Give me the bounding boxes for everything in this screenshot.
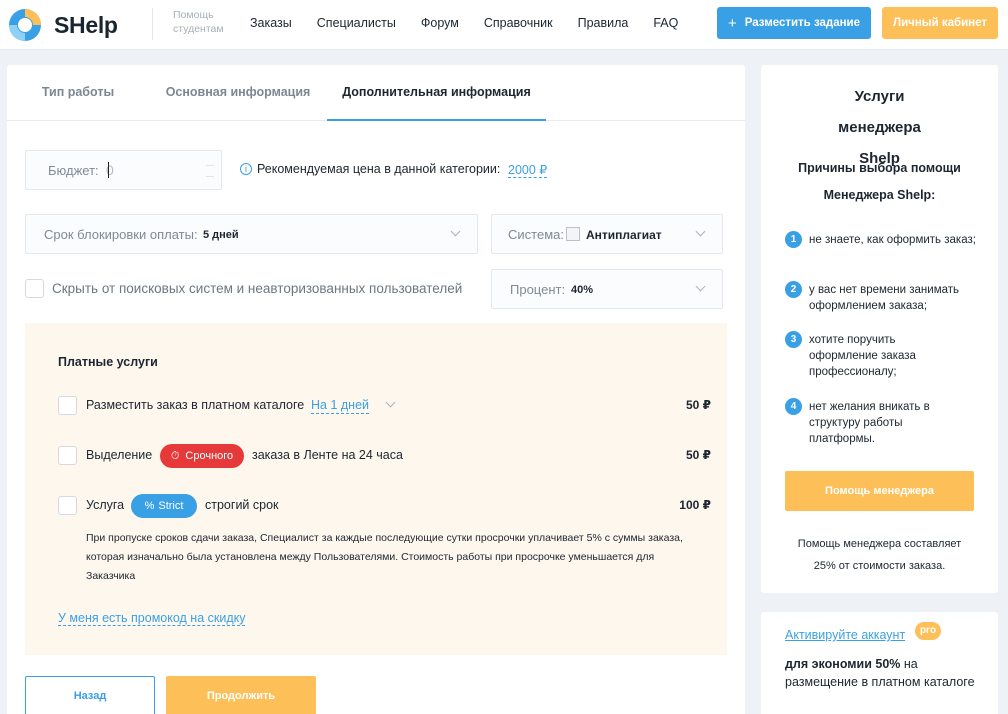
info-icon: i	[240, 163, 252, 175]
manager-footnote: Помощь менеджера составляет 25% от стоим…	[797, 538, 962, 572]
highlight-price: 50 ₽	[685, 448, 711, 462]
activate-account-link[interactable]: Активируйте аккаунт	[785, 628, 905, 642]
percent-select[interactable]: Процент: 40%	[491, 269, 723, 309]
chevron-down-icon	[695, 281, 706, 292]
nav-reference[interactable]: Справочник	[484, 16, 553, 30]
pro-promo-card: Активируйте аккаунт pro для экономии 50%…	[761, 612, 998, 714]
nav-rules[interactable]: Правила	[578, 16, 629, 30]
nav-forum[interactable]: Форум	[421, 16, 459, 30]
strict-suffix: строгий срок	[205, 498, 279, 512]
reason-text: хотите поручить оформление заказа профес…	[809, 334, 916, 378]
reason-number: 4	[785, 398, 802, 415]
chevron-down-icon	[385, 397, 396, 408]
continue-button[interactable]: Продолжить	[166, 676, 316, 714]
strict-badge-label: Strict	[158, 500, 184, 512]
manager-services-card: Услуги менеджера Shelp Причины выбора по…	[761, 65, 998, 593]
reason-text: нет желания вникать в структуру работы п…	[809, 401, 930, 445]
plus-icon: +	[727, 14, 737, 32]
urgent-badge-label: Срочного	[185, 450, 234, 462]
chevron-down-icon	[450, 226, 461, 237]
reason-text: у вас нет времени занимать оформлением з…	[809, 284, 960, 312]
lock-period-value: 5 дней	[203, 229, 239, 241]
system-label: Система:	[508, 227, 564, 242]
top-header: SHelp Помощь студентам Заказы Специалист…	[0, 0, 1008, 50]
catalog-period-dropdown[interactable]: На 1 дней	[311, 398, 370, 414]
manager-help-button[interactable]: Помощь менеджера	[785, 471, 974, 511]
recommended-price-link[interactable]: 2000 ₽	[508, 162, 548, 178]
percent-value: 40%	[571, 284, 594, 296]
hide-checkbox[interactable]	[25, 279, 44, 298]
highlight-checkbox[interactable]	[58, 446, 77, 465]
strict-checkbox[interactable]	[58, 496, 77, 515]
percent-icon: %	[144, 500, 155, 512]
strict-badge: % Strict	[131, 494, 197, 518]
paid-services-title: Платные услуги	[58, 355, 158, 369]
highlight-suffix: заказа в Ленте на 24 часа	[252, 448, 403, 462]
post-task-label: Разместить задание	[744, 17, 861, 29]
promo-bold: для экономии 50%	[785, 657, 901, 671]
hide-label[interactable]: Скрыть от поисковых систем и неавторизов…	[52, 281, 462, 296]
pro-badge: pro	[915, 622, 941, 640]
shelp-logo-icon	[9, 9, 41, 41]
system-select[interactable]: Система: Антиплагиат	[491, 214, 723, 254]
post-task-button[interactable]: + Разместить задание	[717, 7, 871, 39]
tab-work-type[interactable]: Тип работы	[7, 65, 149, 121]
nav-faq[interactable]: FAQ	[653, 16, 678, 30]
highlight-prefix: Выделение	[86, 448, 153, 462]
strict-prefix: Услуга	[86, 498, 125, 512]
logo-text: SHelp	[54, 11, 118, 38]
logo[interactable]: SHelp	[6, 6, 118, 44]
reason-number: 2	[785, 281, 802, 298]
tagline: Помощь студентам	[152, 8, 242, 40]
nav-orders[interactable]: Заказы	[250, 16, 292, 30]
form-tabs: Тип работы Основная информация Дополните…	[7, 65, 745, 121]
budget-stepper[interactable]	[206, 155, 216, 183]
stopwatch-icon: ⏱	[170, 449, 180, 462]
manager-subtitle: Причины выбора помощи Менеджера Shelp:	[798, 161, 961, 202]
lock-period-label: Срок блокировки оплаты:	[44, 227, 198, 242]
promo-text: для экономии 50% на размещение в платном…	[785, 655, 975, 691]
strict-note: При пропуске сроков сдачи заказа, Специа…	[86, 532, 683, 582]
reason-number: 3	[785, 331, 802, 348]
back-button[interactable]: Назад	[25, 676, 155, 714]
tab-main-info[interactable]: Основная информация	[149, 65, 327, 121]
paid-services-block: Платные услуги Разместить заказ в платно…	[25, 323, 727, 655]
order-form-card: Тип работы Основная информация Дополните…	[7, 65, 745, 714]
urgent-badge: ⏱ Срочного	[160, 444, 244, 468]
text-caret	[108, 162, 109, 178]
promo-code-link[interactable]: У меня есть промокод на скидку	[58, 611, 246, 626]
strict-price: 100 ₽	[679, 498, 711, 512]
reason-number: 1	[785, 231, 802, 248]
system-value: Антиплагиат	[586, 228, 662, 242]
catalog-price: 50 ₽	[685, 398, 711, 412]
cabinet-button[interactable]: Личный кабинет	[882, 7, 998, 39]
budget-label: Бюджет:	[48, 163, 99, 178]
catalog-text: Разместить заказ в платном каталоге	[86, 398, 305, 412]
main-nav: Заказы Специалисты Форум Справочник Прав…	[250, 0, 703, 46]
chevron-down-icon	[695, 226, 706, 237]
broken-image-icon	[566, 227, 580, 241]
percent-label: Процент:	[510, 282, 566, 297]
nav-specialists[interactable]: Специалисты	[317, 16, 396, 30]
reason-text: не знаете, как оформить заказ;	[809, 234, 976, 246]
lock-period-select[interactable]: Срок блокировки оплаты: 5 дней	[25, 214, 478, 254]
budget-input[interactable]: Бюджет: 0	[25, 150, 222, 190]
catalog-checkbox[interactable]	[58, 396, 77, 415]
tab-additional-info[interactable]: Дополнительная информация	[327, 65, 546, 121]
recommended-price-text: Рекомендуемая цена в данной категории:	[257, 162, 501, 176]
